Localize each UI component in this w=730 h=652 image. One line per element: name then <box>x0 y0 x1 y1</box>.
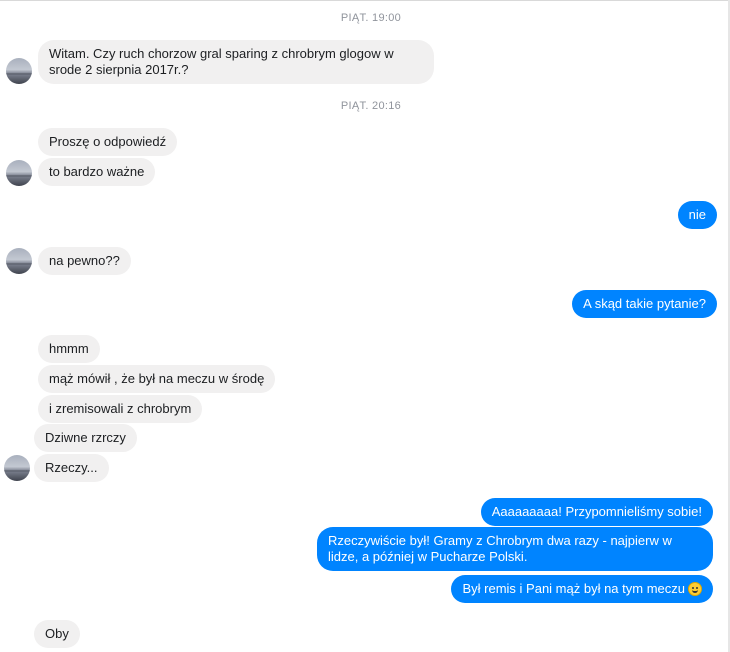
timestamp: PIĄT. 20:16 <box>340 100 402 112</box>
outgoing-message[interactable]: nie <box>677 201 717 229</box>
contact-avatar[interactable] <box>6 58 32 84</box>
incoming-message[interactable]: Dziwne rzrczy <box>34 424 137 452</box>
message-text: Był remis i Pani mąż był na tym meczu <box>462 581 685 596</box>
outgoing-message[interactable]: A skąd takie pytanie? <box>572 290 717 318</box>
contact-avatar[interactable] <box>6 248 32 274</box>
outgoing-message[interactable]: Był remis i Pani mąż był na tym meczu <box>451 575 713 603</box>
timestamp: PIĄT. 19:00 <box>340 12 402 24</box>
outgoing-message[interactable]: Rzeczywiście był! Gramy z Chrobrym dwa r… <box>317 527 713 571</box>
outgoing-message[interactable]: Aaaaaaaaa! Przypomnieliśmy sobie! <box>480 498 713 526</box>
incoming-message[interactable]: Oby <box>34 620 80 648</box>
incoming-message[interactable]: hmmm <box>38 335 100 363</box>
incoming-message[interactable]: Proszę o odpowiedź <box>38 128 178 156</box>
incoming-message[interactable]: mąż mówił , że był na meczu w środę <box>38 365 276 393</box>
incoming-message[interactable]: na pewno?? <box>38 247 131 275</box>
incoming-message[interactable]: Witam. Czy ruch chorzow gral sparing z c… <box>38 40 434 84</box>
incoming-message[interactable]: i zremisowali z chrobrym <box>38 395 203 423</box>
contact-avatar[interactable] <box>4 455 30 481</box>
grinning-face-icon <box>688 582 702 596</box>
incoming-message[interactable]: Rzeczy... <box>34 454 109 482</box>
contact-avatar[interactable] <box>6 160 32 186</box>
top-divider <box>0 0 730 1</box>
incoming-message[interactable]: to bardzo ważne <box>38 158 156 186</box>
